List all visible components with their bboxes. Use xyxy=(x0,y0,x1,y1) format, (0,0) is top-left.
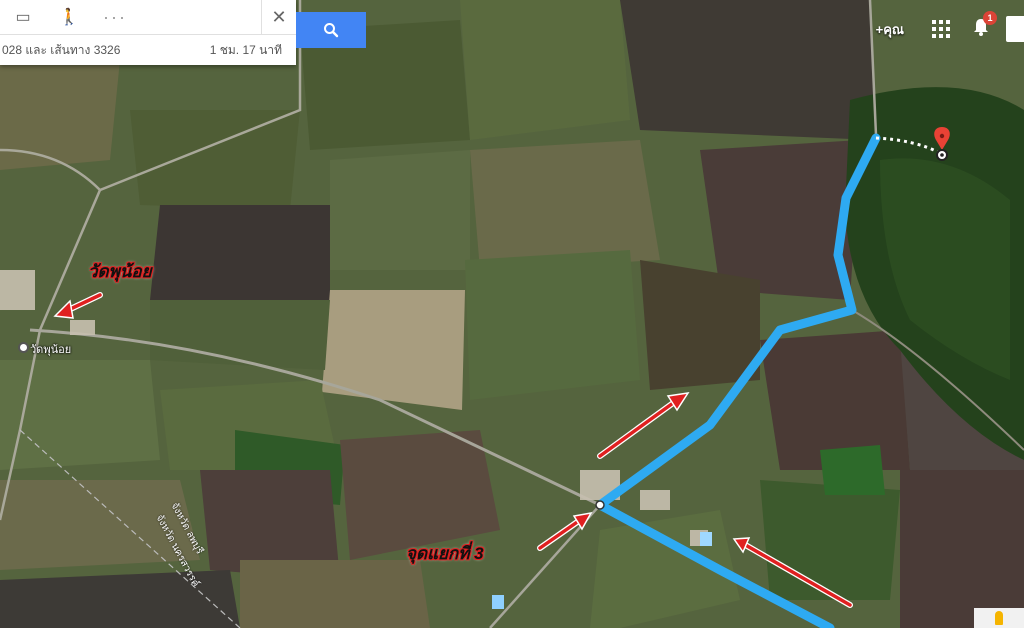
satellite-map[interactable] xyxy=(0,0,1024,628)
place-label[interactable]: วัดพุน้อย xyxy=(30,340,71,358)
route-summary[interactable]: 028 และ เส้นทาง 3326 1 ชม. 17 นาที xyxy=(0,35,296,65)
notification-badge: 1 xyxy=(983,10,997,25)
travel-mode-bar: ▭ 🚶 ··· ✕ xyxy=(0,0,296,35)
route-via: 028 และ เส้นทาง 3326 xyxy=(2,42,121,57)
search-button[interactable] xyxy=(296,12,366,48)
notifications-button[interactable]: 1 xyxy=(972,10,997,42)
close-icon[interactable]: ✕ xyxy=(261,0,296,34)
annotation-temple: วัดพุน้อย xyxy=(88,262,152,281)
directions-panel: ▭ 🚶 ··· ✕ 028 และ เส้นทาง 3326 1 ชม. 17 … xyxy=(0,0,296,65)
pegman-button[interactable] xyxy=(974,608,1024,628)
walking-icon[interactable]: 🚶 xyxy=(46,0,92,34)
share-button[interactable] xyxy=(1006,16,1024,42)
annotation-junction: จุดแยกที่ 3 xyxy=(406,544,484,563)
search-icon xyxy=(324,23,339,38)
account-bar: +คุณ 1 xyxy=(876,10,1024,42)
route-duration: 1 ชม. 17 นาที xyxy=(209,42,282,57)
pegman-icon xyxy=(995,611,1003,625)
apps-grid-icon[interactable] xyxy=(932,20,950,38)
place-marker-icon[interactable] xyxy=(18,342,29,353)
transit-icon[interactable]: ▭ xyxy=(0,0,46,34)
plus-you-link[interactable]: +คุณ xyxy=(876,19,904,40)
more-icon[interactable]: ··· xyxy=(92,0,138,34)
